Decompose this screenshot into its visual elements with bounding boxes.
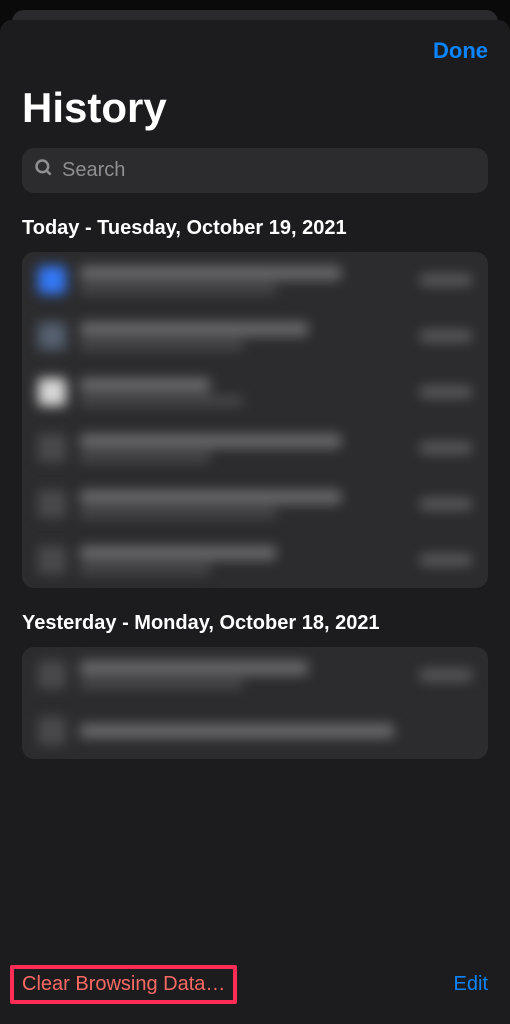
history-item-content: [80, 546, 406, 574]
clear-browsing-data-button[interactable]: Clear Browsing Data…: [10, 965, 237, 1004]
section-header-today: Today - Tuesday, October 19, 2021: [0, 217, 510, 252]
history-item-url: [80, 396, 243, 406]
done-button[interactable]: Done: [433, 38, 488, 64]
history-item-url: [80, 340, 243, 350]
history-item-url: [80, 508, 276, 518]
favicon-icon: [38, 717, 66, 745]
search-bar[interactable]: [22, 148, 488, 193]
favicon-icon: [38, 266, 66, 294]
favicon-icon: [38, 322, 66, 350]
favicon-icon: [38, 378, 66, 406]
search-icon: [34, 158, 54, 183]
history-item-title: [80, 322, 308, 336]
history-item-content: [80, 322, 406, 350]
history-item[interactable]: [22, 364, 488, 420]
history-item-time: [420, 498, 472, 510]
history-item-title: [80, 266, 341, 280]
history-item[interactable]: [22, 308, 488, 364]
favicon-icon: [38, 434, 66, 462]
history-item-content: [80, 661, 406, 689]
bottom-toolbar: Clear Browsing Data… Edit: [0, 949, 510, 1024]
history-item[interactable]: [22, 532, 488, 588]
page-title: History: [0, 64, 510, 148]
history-group-today: [22, 252, 488, 588]
history-item-content: [80, 724, 472, 738]
history-item-content: [80, 434, 406, 462]
history-item-title: [80, 434, 341, 448]
history-sheet: Done History Today - Tuesday, October 19…: [0, 20, 510, 1024]
history-item-url: [80, 679, 243, 689]
history-item[interactable]: [22, 252, 488, 308]
history-item[interactable]: [22, 476, 488, 532]
search-input[interactable]: [62, 159, 476, 182]
sheet-header: Done: [0, 20, 510, 64]
history-item[interactable]: [22, 647, 488, 703]
history-item-content: [80, 266, 406, 294]
history-item-time: [420, 274, 472, 286]
edit-button[interactable]: Edit: [454, 973, 488, 996]
history-item-url: [80, 564, 210, 574]
history-item-url: [80, 452, 210, 462]
history-item-url: [80, 284, 276, 294]
history-item-title: [80, 661, 308, 675]
history-item-title: [80, 724, 394, 738]
history-item[interactable]: [22, 703, 488, 759]
favicon-icon: [38, 490, 66, 518]
history-item-time: [420, 330, 472, 342]
history-item-time: [420, 554, 472, 566]
section-header-yesterday: Yesterday - Monday, October 18, 2021: [0, 612, 510, 647]
history-item[interactable]: [22, 420, 488, 476]
favicon-icon: [38, 661, 66, 689]
history-item-title: [80, 490, 341, 504]
history-item-time: [420, 386, 472, 398]
history-group-yesterday: [22, 647, 488, 759]
history-item-title: [80, 378, 210, 392]
history-item-content: [80, 490, 406, 518]
history-item-time: [420, 669, 472, 681]
history-item-title: [80, 546, 276, 560]
history-item-content: [80, 378, 406, 406]
history-item-time: [420, 442, 472, 454]
favicon-icon: [38, 546, 66, 574]
